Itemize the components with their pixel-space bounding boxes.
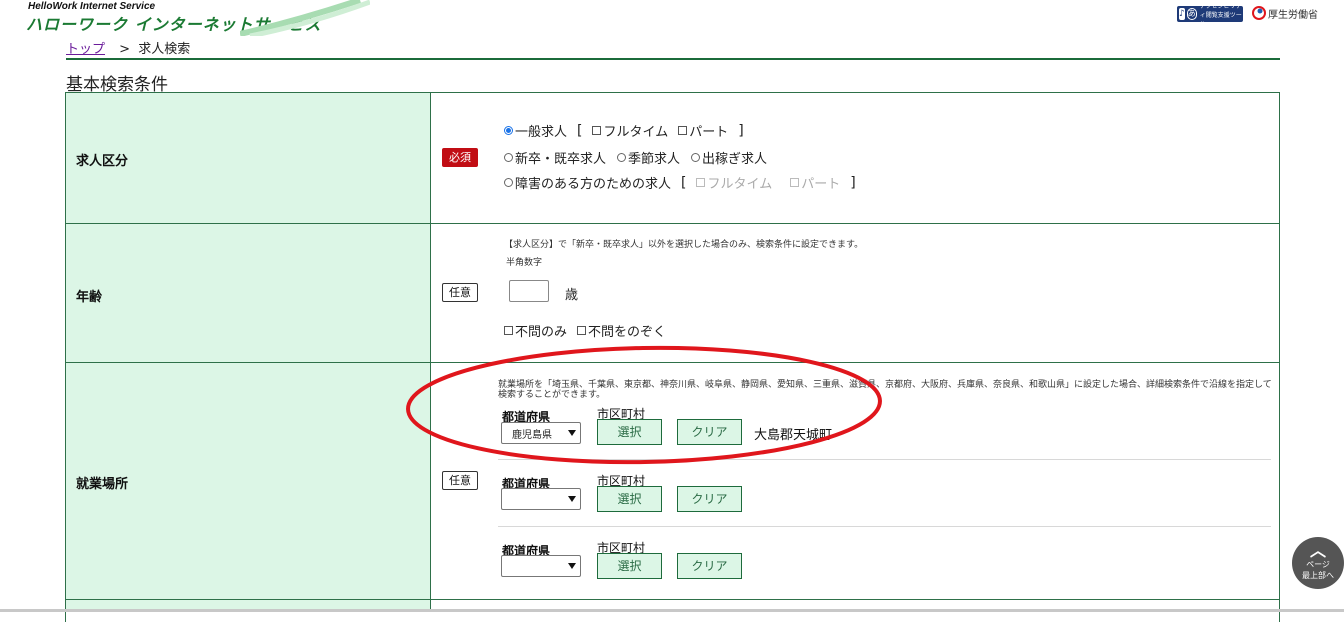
age-input[interactable] <box>509 280 549 302</box>
disabled-parttime-label: パート <box>801 177 841 192</box>
ministry-mark-icon <box>1252 6 1266 20</box>
bracket-open: [ <box>577 122 583 139</box>
newgrad-job-label[interactable]: 新卒・既卒求人 <box>515 148 606 167</box>
bracket-close: ] <box>850 174 856 191</box>
hiragana-icon: あ <box>1186 8 1197 20</box>
prefecture-select[interactable] <box>501 555 581 577</box>
annotation-ellipse <box>406 345 882 465</box>
age-label: 年齢 <box>76 290 103 305</box>
breadcrumb-separator: > <box>119 42 131 57</box>
location-label: 就業場所 <box>76 477 129 492</box>
city-select-button[interactable]: 選択 <box>597 486 662 512</box>
row-divider <box>66 223 1280 224</box>
job-category-row-3: 障害のある方のための求人 [ フルタイム パート ] <box>504 173 866 192</box>
scroll-top-line1: ページ <box>1306 560 1330 569</box>
accessibility-tool-button[interactable]: ♪ あ アクセシビリティ閲覧支援ツール <box>1177 3 1243 28</box>
scroll-to-top-button[interactable]: ︿ ページ 最上部へ <box>1292 537 1344 589</box>
breadcrumb-current: 求人検索 <box>138 42 191 57</box>
disabled-fulltime-label: フルタイム <box>707 177 773 192</box>
required-badge: 必須 <box>442 148 478 167</box>
exclude-any-age-checkbox[interactable] <box>577 326 587 335</box>
optional-badge: 任意 <box>442 471 478 490</box>
seasonal-job-radio[interactable] <box>617 153 627 162</box>
job-category-row-1: 一般求人 [ フルタイム パート ] <box>504 121 754 140</box>
row-divider <box>66 599 1280 600</box>
job-category-label: 求人区分 <box>76 154 129 169</box>
chevron-up-icon: ︿ <box>1309 541 1326 560</box>
chevron-down-icon <box>568 496 576 502</box>
optional-badge: 任意 <box>442 283 478 302</box>
speaker-icon: ♪ <box>1179 8 1185 20</box>
seasonal-job-label[interactable]: 季節求人 <box>628 148 680 167</box>
age-unit: 歳 <box>565 288 579 303</box>
any-age-only-label[interactable]: 不問のみ <box>515 321 567 340</box>
logo-swoosh-icon <box>240 0 370 36</box>
newgrad-job-radio[interactable] <box>504 153 513 162</box>
city-clear-button[interactable]: クリア <box>677 486 742 512</box>
disabled-fulltime-checkbox[interactable] <box>696 178 706 187</box>
city-clear-button[interactable]: クリア <box>677 553 742 579</box>
breadcrumb-home-link[interactable]: トップ <box>66 42 105 57</box>
disabled-job-label[interactable]: 障害のある方のための求人 <box>515 173 671 192</box>
parttime-label[interactable]: パート <box>689 121 728 140</box>
migrant-job-radio[interactable] <box>691 153 701 162</box>
scroll-top-line2: 最上部へ <box>1302 571 1334 580</box>
fulltime-checkbox[interactable] <box>592 126 602 135</box>
exclude-any-age-label[interactable]: 不問をのぞく <box>588 321 666 340</box>
header-divider <box>66 58 1280 60</box>
age-options-row: 不問のみ 不問をのぞく <box>504 321 666 340</box>
disabled-job-radio[interactable] <box>504 178 513 187</box>
ministry-name: 厚生労働省 <box>1268 9 1318 21</box>
chevron-down-icon <box>568 563 576 569</box>
city-select-button[interactable]: 選択 <box>597 553 662 579</box>
ministry-logo[interactable]: 厚生労働省 <box>1252 4 1318 22</box>
fulltime-label[interactable]: フルタイム <box>603 121 668 140</box>
prefecture-select[interactable] <box>501 488 581 510</box>
any-age-only-checkbox[interactable] <box>504 326 513 335</box>
parttime-checkbox[interactable] <box>678 126 688 135</box>
job-category-row-2: 新卒・既卒求人 季節求人 出稼ぎ求人 <box>504 148 767 167</box>
bracket-open: [ <box>681 174 687 191</box>
location-row-divider <box>498 526 1271 527</box>
general-job-label[interactable]: 一般求人 <box>515 121 567 140</box>
accessibility-label: アクセシビリティ閲覧支援ツール <box>1199 2 1242 28</box>
bracket-close: ] <box>738 122 744 139</box>
age-hint: 半角数字 <box>506 258 543 268</box>
disabled-parttime-checkbox[interactable] <box>790 178 800 187</box>
breadcrumb: トップ > 求人検索 <box>66 38 190 57</box>
general-job-radio[interactable] <box>504 126 513 135</box>
migrant-job-label[interactable]: 出稼ぎ求人 <box>702 148 767 167</box>
age-note: 【求人区分】で「新卒・既卒求人」以外を選択した場合のみ、検索条件に設定できます。 <box>504 240 864 250</box>
